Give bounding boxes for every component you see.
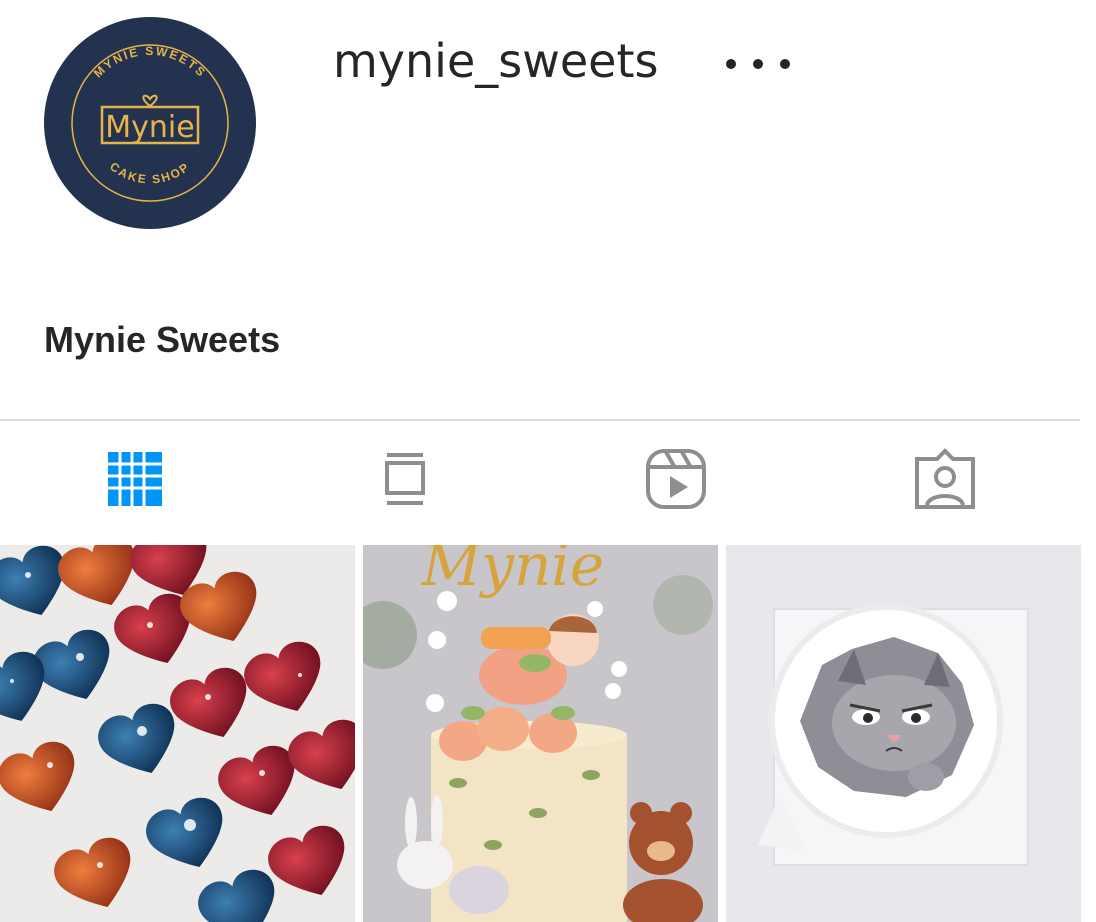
tab-guides[interactable] xyxy=(373,447,437,511)
mynie-logo: MYNIE SWEETS CAKE SHOP Mynie xyxy=(71,44,229,202)
profile-tab-bar xyxy=(0,421,1080,543)
posts-grid: Mynie xyxy=(0,545,1096,922)
svg-text:CAKE SHOP: CAKE SHOP xyxy=(107,159,193,186)
post-thumbnail[interactable] xyxy=(0,545,355,922)
more-horizontal-icon xyxy=(753,59,763,69)
tab-posts-grid[interactable] xyxy=(103,447,167,511)
tagged-icon xyxy=(915,448,975,509)
reels-icon xyxy=(646,449,706,509)
decorated-cake-image: Mynie xyxy=(363,545,718,922)
profile-username: mynie_sweets xyxy=(333,34,659,88)
profile-avatar[interactable]: MYNIE SWEETS CAKE SHOP Mynie xyxy=(44,17,256,229)
post-thumbnail[interactable] xyxy=(726,545,1081,922)
guides-icon xyxy=(385,453,425,505)
heart-chocolates-image xyxy=(0,545,355,922)
post-thumbnail[interactable]: Mynie xyxy=(363,545,718,922)
tab-tagged[interactable] xyxy=(913,447,977,511)
svg-text:Mynie: Mynie xyxy=(105,110,194,145)
svg-text:Mynie: Mynie xyxy=(421,545,604,599)
more-horizontal-icon xyxy=(726,59,736,69)
more-options-button[interactable] xyxy=(726,48,790,80)
tab-reels[interactable] xyxy=(644,447,708,511)
profile-display-name: Mynie Sweets xyxy=(44,319,281,360)
cat-cake-image xyxy=(726,545,1081,922)
svg-text:MYNIE SWEETS: MYNIE SWEETS xyxy=(91,44,209,80)
more-horizontal-icon xyxy=(780,59,790,69)
grid-icon xyxy=(108,452,162,506)
